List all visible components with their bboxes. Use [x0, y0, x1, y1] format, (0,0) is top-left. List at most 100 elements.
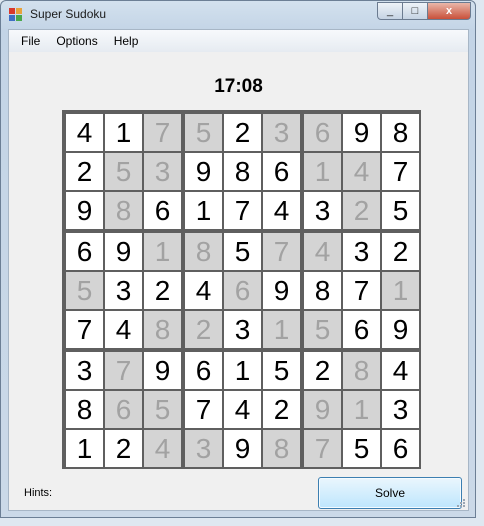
solve-button-label: Solve	[374, 486, 406, 500]
sudoku-cell[interactable]: 5	[224, 233, 261, 270]
sudoku-cell[interactable]: 8	[144, 311, 181, 348]
sudoku-cell[interactable]: 6	[263, 153, 300, 190]
sudoku-cell[interactable]: 1	[263, 311, 300, 348]
close-icon: x	[445, 5, 453, 17]
sudoku-cell[interactable]: 6	[343, 311, 380, 348]
sudoku-cell[interactable]: 9	[343, 114, 380, 151]
sudoku-cell[interactable]: 9	[224, 430, 261, 467]
sudoku-cell[interactable]: 3	[185, 430, 222, 467]
sudoku-cell[interactable]: 1	[382, 272, 419, 309]
sudoku-cell[interactable]: 4	[105, 311, 142, 348]
sudoku-cell[interactable]: 3	[382, 391, 419, 428]
close-button[interactable]: x	[427, 2, 471, 20]
menu-file[interactable]: File	[13, 30, 48, 52]
sudoku-cell[interactable]: 6	[185, 352, 222, 389]
sudoku-cell[interactable]: 4	[304, 233, 341, 270]
sudoku-cell[interactable]: 4	[144, 430, 181, 467]
sudoku-cell[interactable]: 5	[105, 153, 142, 190]
sudoku-cell[interactable]: 5	[343, 430, 380, 467]
sudoku-cell[interactable]: 2	[224, 114, 261, 151]
sudoku-cell[interactable]: 1	[343, 391, 380, 428]
sudoku-cell[interactable]: 8	[304, 272, 341, 309]
sudoku-cell[interactable]: 2	[66, 153, 103, 190]
sudoku-cell[interactable]: 7	[224, 192, 261, 229]
sudoku-cell[interactable]: 2	[382, 233, 419, 270]
sudoku-cell[interactable]: 7	[105, 352, 142, 389]
sudoku-cell[interactable]: 6	[382, 430, 419, 467]
sudoku-cell[interactable]: 3	[224, 311, 261, 348]
sudoku-cell[interactable]: 2	[343, 192, 380, 229]
sudoku-cell[interactable]: 6	[224, 272, 261, 309]
sudoku-cell[interactable]: 2	[144, 272, 181, 309]
sudoku-cell[interactable]: 7	[66, 311, 103, 348]
sudoku-cell[interactable]: 6	[66, 233, 103, 270]
sudoku-cell[interactable]: 6	[144, 192, 181, 229]
sudoku-cell[interactable]: 9	[304, 391, 341, 428]
sudoku-cell[interactable]: 8	[224, 153, 261, 190]
sudoku-cell[interactable]: 3	[263, 114, 300, 151]
sudoku-cell[interactable]: 3	[343, 233, 380, 270]
window-title: Super Sudoku	[30, 7, 107, 21]
sudoku-grid: 4175236982539861479861743256918574325324…	[62, 110, 421, 469]
sudoku-cell[interactable]: 9	[185, 153, 222, 190]
sudoku-cell[interactable]: 1	[66, 430, 103, 467]
sudoku-cell[interactable]: 3	[105, 272, 142, 309]
hints-label: Hints:	[24, 487, 53, 499]
sudoku-cell[interactable]: 3	[144, 153, 181, 190]
maximize-icon: □	[411, 5, 419, 17]
resize-grip-icon[interactable]	[456, 498, 466, 508]
sudoku-cell[interactable]: 6	[304, 114, 341, 151]
sudoku-cell[interactable]: 8	[382, 114, 419, 151]
sudoku-cell[interactable]: 7	[144, 114, 181, 151]
sudoku-cell[interactable]: 2	[304, 352, 341, 389]
sudoku-cell[interactable]: 7	[343, 272, 380, 309]
menu-options[interactable]: Options	[48, 30, 105, 52]
sudoku-cell[interactable]: 4	[382, 352, 419, 389]
app-icon	[9, 8, 22, 21]
sudoku-cell[interactable]: 1	[304, 153, 341, 190]
sudoku-cell[interactable]: 5	[263, 352, 300, 389]
app-window: Super Sudoku _ □ x File Options Help 17:…	[0, 0, 476, 518]
timer-display: 17:08	[214, 76, 263, 97]
sudoku-cell[interactable]: 2	[105, 430, 142, 467]
sudoku-cell[interactable]: 5	[304, 311, 341, 348]
sudoku-cell[interactable]: 5	[382, 192, 419, 229]
sudoku-cell[interactable]: 1	[224, 352, 261, 389]
sudoku-cell[interactable]: 4	[66, 114, 103, 151]
sudoku-cell[interactable]: 8	[185, 233, 222, 270]
sudoku-cell[interactable]: 7	[185, 391, 222, 428]
sudoku-cell[interactable]: 3	[304, 192, 341, 229]
sudoku-cell[interactable]: 1	[185, 192, 222, 229]
sudoku-cell[interactable]: 5	[144, 391, 181, 428]
sudoku-cell[interactable]: 4	[263, 192, 300, 229]
sudoku-cell[interactable]: 7	[304, 430, 341, 467]
sudoku-cell[interactable]: 1	[144, 233, 181, 270]
sudoku-cell[interactable]: 5	[185, 114, 222, 151]
sudoku-cell[interactable]: 4	[343, 153, 380, 190]
sudoku-cell[interactable]: 5	[66, 272, 103, 309]
minimize-button[interactable]: _	[377, 2, 403, 20]
sudoku-cell[interactable]: 9	[66, 192, 103, 229]
sudoku-cell[interactable]: 1	[105, 114, 142, 151]
solve-button[interactable]: Solve	[318, 477, 462, 509]
sudoku-cell[interactable]: 8	[66, 391, 103, 428]
menu-bar: File Options Help	[9, 30, 468, 52]
sudoku-cell[interactable]: 8	[343, 352, 380, 389]
sudoku-cell[interactable]: 2	[185, 311, 222, 348]
sudoku-cell[interactable]: 4	[185, 272, 222, 309]
sudoku-cell[interactable]: 9	[263, 272, 300, 309]
sudoku-cell[interactable]: 7	[263, 233, 300, 270]
menu-help[interactable]: Help	[106, 30, 147, 52]
sudoku-cell[interactable]: 3	[66, 352, 103, 389]
sudoku-cell[interactable]: 4	[224, 391, 261, 428]
sudoku-cell[interactable]: 9	[382, 311, 419, 348]
sudoku-cell[interactable]: 8	[105, 192, 142, 229]
sudoku-cell[interactable]: 2	[263, 391, 300, 428]
sudoku-cell[interactable]: 6	[105, 391, 142, 428]
sudoku-cell[interactable]: 9	[144, 352, 181, 389]
sudoku-cell[interactable]: 8	[263, 430, 300, 467]
maximize-button[interactable]: □	[402, 2, 428, 20]
sudoku-cell[interactable]: 7	[382, 153, 419, 190]
sudoku-cell[interactable]: 9	[105, 233, 142, 270]
title-bar[interactable]: Super Sudoku _ □ x	[1, 1, 475, 29]
